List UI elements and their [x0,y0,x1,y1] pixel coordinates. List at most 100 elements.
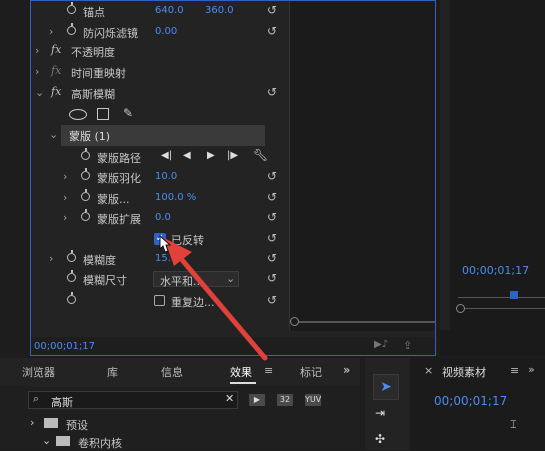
export-icon[interactable]: ⇪ [403,339,412,352]
anchor-y-value[interactable]: 360.0 [205,5,234,16]
track-select-tool-icon[interactable]: ⇥ [375,406,385,420]
scroll-handle-left[interactable] [290,317,299,326]
mouse-cursor-icon [159,234,172,253]
stopwatch-icon[interactable] [67,250,76,262]
gaussian-blur-row[interactable]: ⌄ fx 高斯模糊 ↺ [31,83,289,104]
search-icon: ⌕ [33,392,40,405]
active-tab-underline [230,382,256,384]
more-tabs-icon[interactable]: » [343,363,350,377]
mask-expansion-label: 蒙版扩展 [97,213,141,226]
blurriness-label: 模糊度 [83,254,116,267]
track-forward-icon[interactable]: ▶ [207,150,215,161]
tree-item-convolution[interactable]: ⌄ 卷积内核 [28,434,354,450]
source-panel: × 视频素材 ≡ » 00;00;01;17 ⌶ [410,358,545,450]
reset-icon[interactable]: ↺ [267,85,277,99]
program-ruler[interactable] [458,297,545,298]
mask-row[interactable]: 蒙版 (1) [61,125,265,146]
32-bit-effects-icon[interactable]: 32 [277,394,293,406]
anti-flicker-row: › 防闪烁滤镜 0.00 ↺ [31,22,289,43]
fx-icon: fx [51,64,62,77]
clear-search-icon[interactable]: ✕ [225,392,234,405]
menu-icon[interactable]: ≡ [510,364,519,377]
more-tabs-icon[interactable]: » [528,363,535,376]
time-remap-label: 时间重映射 [71,67,126,80]
search-input[interactable]: 高斯 [51,394,73,410]
reset-icon[interactable]: ↺ [267,3,277,17]
chevron-right-icon[interactable]: › [30,416,34,429]
stopwatch-icon[interactable] [81,168,90,180]
ripple-edit-tool-icon[interactable]: ✣ [375,432,385,446]
chevron-down-icon[interactable]: ⌄ [35,86,44,99]
reset-icon[interactable]: ↺ [267,210,277,224]
menu-icon[interactable]: ≡ [264,364,273,377]
program-timecode[interactable]: 00;00;01;17 [462,264,529,277]
program-scrollbar[interactable] [465,308,545,309]
effects-search-box[interactable]: ⌕ 高斯 ✕ [28,391,238,409]
gaussian-blur-label: 高斯模糊 [71,88,115,101]
playhead-marker[interactable] [510,291,518,299]
track-backward-icon[interactable]: ◀ [183,150,191,161]
play-audio-icon[interactable]: ▶♪ [374,339,388,350]
reset-icon[interactable]: ↺ [267,169,277,183]
rectangle-mask-icon[interactable] [97,108,109,120]
program-scroll-handle[interactable] [456,304,465,313]
effects-panel: ⌕ 高斯 ✕ ▶ 32 YUV › 预设 ⌄ 卷积内核 [0,386,360,450]
chevron-right-icon[interactable]: › [63,211,67,224]
chevron-right-icon[interactable]: › [63,191,67,204]
timeline-scrollbar[interactable] [294,321,435,323]
tab-effects[interactable]: 效果 [230,364,252,380]
accelerated-effects-icon[interactable]: ▶ [249,394,265,406]
chevron-down-icon[interactable]: ⌄ [42,434,51,447]
arrow-shaft [169,245,268,361]
tree-item-presets[interactable]: › 预设 [28,416,354,432]
chevron-right-icon[interactable]: › [49,252,53,265]
stopwatch-icon[interactable] [67,2,76,14]
mask-feather-row: › 蒙版羽化 10.0 ↺ [31,167,289,188]
source-timecode[interactable]: 00;00;01;17 [434,394,507,408]
wrench-icon[interactable]: 🔧︎ [253,148,268,162]
chevron-right-icon[interactable]: › [35,44,39,57]
tab-info[interactable]: 信息 [161,364,183,380]
pen-mask-icon[interactable]: ✎ [123,106,133,120]
effects-tree: › 预设 ⌄ 卷积内核 [28,414,354,450]
yuv-effects-icon[interactable]: YUV [305,394,321,406]
mask-feather-value[interactable]: 10.0 [155,171,177,182]
chevron-down-icon[interactable]: ⌄ [49,128,58,141]
fx-icon[interactable]: fx [51,43,61,56]
anchor-x-value[interactable]: 640.0 [155,5,184,16]
tab-browser[interactable]: 浏览器 [22,364,55,380]
source-title[interactable]: 视频素材 [442,364,486,380]
mask-opacity-row: › 蒙版... 100.0 % ↺ [31,188,289,209]
stopwatch-icon[interactable] [67,292,76,304]
timecode-display[interactable]: 00;00;01;17 [34,341,95,352]
stopwatch-icon[interactable] [67,270,76,282]
time-remap-row[interactable]: › fx 时间重映射 [31,62,289,83]
chevron-right-icon[interactable]: › [35,65,39,78]
mask-expansion-value[interactable]: 0.0 [155,212,171,223]
anchor-row: 锚点 640.0 360.0 ↺ [31,1,289,22]
mask-path-row: 蒙版路径 ◀| ◀ ▶ |▶ 🔧︎ [31,147,289,168]
track-forward-frame-icon[interactable]: |▶ [227,150,238,161]
chevron-right-icon[interactable]: › [63,170,67,183]
anti-flicker-value[interactable]: 0.00 [155,26,177,37]
effect-timeline-area [289,1,435,331]
mask-opacity-value[interactable]: 100.0 % [155,192,196,203]
tab-markers[interactable]: 标记 [300,364,322,380]
close-panel-icon[interactable]: × [424,364,433,377]
tree-item-label: 卷积内核 [78,437,122,450]
program-monitor: 00;00;01;17 [440,0,545,356]
opacity-row[interactable]: › fx 不透明度 [31,41,289,62]
stopwatch-icon[interactable] [81,209,90,221]
ellipse-mask-icon[interactable] [69,109,87,120]
reset-icon[interactable]: ↺ [267,24,277,38]
track-backward-frame-icon[interactable]: ◀| [161,150,172,161]
reset-icon[interactable]: ↺ [267,190,277,204]
stopwatch-icon[interactable] [81,148,90,160]
marker-icon[interactable]: ⌶ [510,418,517,432]
chevron-right-icon[interactable]: › [49,25,53,38]
stopwatch-icon[interactable] [81,189,90,201]
tab-library[interactable]: 库 [107,364,118,380]
selection-tool-icon[interactable]: ➤ [373,374,399,400]
stopwatch-icon[interactable] [67,23,76,35]
fx-icon[interactable]: fx [51,85,61,98]
